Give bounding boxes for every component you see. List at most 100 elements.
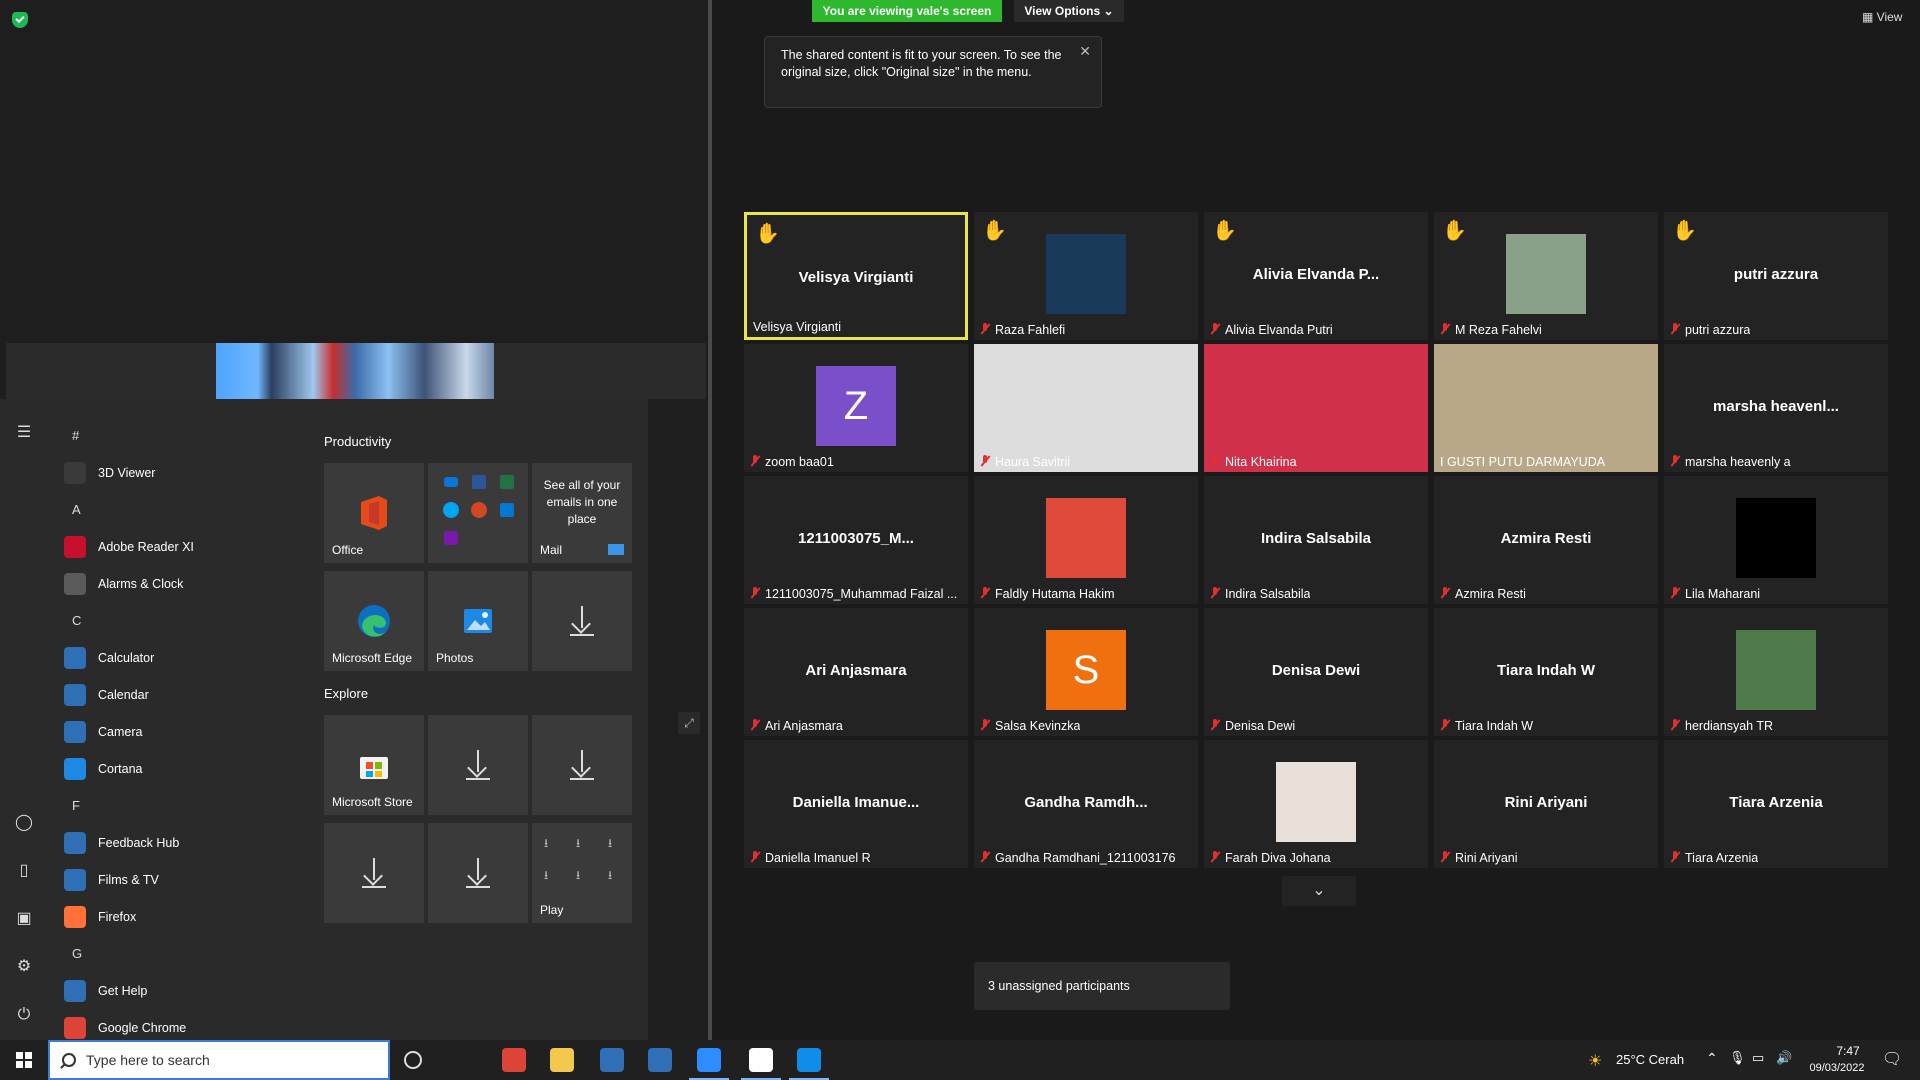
participant-name-text: Nita Khairina <box>1225 455 1297 469</box>
app-list-item[interactable]: Films & TV <box>56 861 306 898</box>
participant-tile[interactable]: Ari Anjasmara Ari Anjasmara <box>744 608 968 736</box>
app-list-item[interactable]: Calendar <box>56 676 306 713</box>
task-view-icon[interactable] <box>452 1048 476 1072</box>
participant-video <box>1204 344 1428 472</box>
app-list-item[interactable]: 3D Viewer <box>56 454 306 491</box>
app-group-letter[interactable]: C <box>56 602 306 639</box>
participant-tile[interactable]: Zzoom baa01 <box>744 344 968 472</box>
chevron-up-icon[interactable]: ⌃ <box>1706 1050 1718 1067</box>
participant-tile[interactable]: marsha heavenl... marsha heavenly a <box>1664 344 1888 472</box>
pictures-icon[interactable]: ▣ <box>14 909 34 929</box>
app-list-item[interactable]: Camera <box>56 713 306 750</box>
participant-tile[interactable]: Nita Khairina <box>1204 344 1428 472</box>
cortana-icon <box>64 757 86 780</box>
download-tile[interactable] <box>428 823 528 923</box>
participant-tile[interactable]: Denisa Dewi Denisa Dewi <box>1204 608 1428 736</box>
photos-tile[interactable]: Photos <box>428 571 528 671</box>
store-icon[interactable] <box>600 1048 624 1072</box>
play-tile[interactable]: ⭳ ⭳ ⭳ ⭳ ⭳ ⭳ Play <box>532 823 632 923</box>
muted-mic-icon <box>750 455 760 467</box>
office-apps-tile[interactable] <box>428 463 528 563</box>
weather-icon[interactable]: ☀ <box>1588 1051 1602 1071</box>
participant-tile[interactable]: putri azzura ✋ putri azzura <box>1664 212 1888 340</box>
app-group-letter[interactable]: # <box>56 417 306 454</box>
app-group-letter[interactable]: G <box>56 935 306 972</box>
participant-tile[interactable]: Tiara Indah W Tiara Indah W <box>1434 608 1658 736</box>
start-button[interactable] <box>0 1040 48 1080</box>
documents-icon[interactable]: ▯ <box>14 861 34 881</box>
app-list-item[interactable]: Adobe Reader XI <box>56 528 306 565</box>
user-icon[interactable]: ◯ <box>14 813 34 833</box>
app-list-item[interactable]: Firefox <box>56 898 306 935</box>
chrome-icon[interactable] <box>502 1048 526 1072</box>
security-shield-icon[interactable] <box>12 12 28 28</box>
close-icon[interactable]: ✕ <box>1079 43 1091 60</box>
notifications-icon[interactable]: 🗨 <box>1882 1049 1902 1069</box>
next-page-chevron-icon[interactable]: ⌄ <box>1282 876 1356 906</box>
participant-name-text: Haura Savitrii <box>995 455 1071 469</box>
unassigned-participants-popup[interactable]: 3 unassigned participants <box>974 962 1230 1010</box>
microphone-icon[interactable]: 🎙 <box>1729 1050 1746 1066</box>
document-icon[interactable] <box>749 1048 773 1072</box>
app-list-item[interactable]: Get Help <box>56 972 306 1009</box>
teamviewer-icon[interactable] <box>797 1048 821 1072</box>
app-list-item[interactable]: Alarms & Clock <box>56 565 306 602</box>
edge-tile[interactable]: Microsoft Edge <box>324 571 424 671</box>
app-group-letter[interactable]: A <box>56 491 306 528</box>
participant-tile[interactable]: Faldly Hutama Hakim <box>974 476 1198 604</box>
download-icon <box>570 750 594 780</box>
participant-video <box>974 344 1198 472</box>
view-options-button[interactable]: View Options ⌄ <box>1014 0 1124 22</box>
participant-tile[interactable]: herdiansyah TR <box>1664 608 1888 736</box>
participant-tile[interactable]: Alivia Elvanda P... ✋ Alivia Elvanda Putri <box>1204 212 1428 340</box>
hamburger-menu-icon[interactable]: ☰ <box>14 423 34 443</box>
participant-tile[interactable]: Tiara Arzenia Tiara Arzenia <box>1664 740 1888 868</box>
participant-tile[interactable]: Daniella Imanue... Daniella Imanuel R <box>744 740 968 868</box>
download-tile[interactable] <box>532 715 632 815</box>
taskbar-search-input[interactable]: Type here to search <box>48 1040 390 1080</box>
power-icon[interactable]: ⏻ <box>14 1005 34 1025</box>
download-tile[interactable] <box>324 823 424 923</box>
fit-screen-toggle-icon[interactable]: ⤢ <box>678 712 700 734</box>
participant-display-name: 1211003075_M... <box>798 530 914 547</box>
participant-tile[interactable]: I GUSTI PUTU DARMAYUDA <box>1434 344 1658 472</box>
participant-name-text: Gandha Ramdhani_1211003176 <box>995 851 1176 865</box>
weather-text[interactable]: 25°C Cerah <box>1616 1052 1684 1067</box>
participant-tile[interactable]: Rini Ariyani Rini Ariyani <box>1434 740 1658 868</box>
download-tile[interactable] <box>428 715 528 815</box>
view-button[interactable]: ▦ View <box>1862 10 1902 24</box>
participant-tile[interactable]: Indira Salsabila Indira Salsabila <box>1204 476 1428 604</box>
mail-icon[interactable] <box>648 1048 672 1072</box>
participant-tile[interactable]: Lila Maharani <box>1664 476 1888 604</box>
participant-tile[interactable]: ✋ Raza Fahlefi <box>974 212 1198 340</box>
clock-time[interactable]: 7:47 <box>1826 1044 1870 1058</box>
participant-tile[interactable]: Velisya Virgianti ✋ Velisya Virgianti <box>744 212 968 340</box>
app-list-item[interactable]: Calculator <box>56 639 306 676</box>
download-icon <box>570 606 594 636</box>
participant-tile[interactable]: Haura Savitrii <box>974 344 1198 472</box>
participant-tile[interactable]: 1211003075_M... 1211003075_Muhammad Faiza… <box>744 476 968 604</box>
file-explorer-icon[interactable] <box>550 1048 574 1072</box>
participant-tile[interactable]: S Salsa Kevinzka <box>974 608 1198 736</box>
app-group-letter[interactable]: F <box>56 787 306 824</box>
network-icon[interactable]: ▭ <box>1752 1050 1764 1066</box>
app-list-item[interactable]: Cortana <box>56 750 306 787</box>
raised-hand-icon: ✋ <box>1672 220 1697 242</box>
store-tile[interactable]: Microsoft Store <box>324 715 424 815</box>
cortana-icon[interactable] <box>404 1051 422 1069</box>
participant-tile[interactable]: Gandha Ramdh... Gandha Ramdhani_121100317… <box>974 740 1198 868</box>
clock-date[interactable]: 09/03/2022 <box>1802 1062 1872 1074</box>
zoom-icon[interactable] <box>697 1048 721 1072</box>
download-tile[interactable] <box>532 571 632 671</box>
participant-tile[interactable]: ✋ M Reza Fahelvi <box>1434 212 1658 340</box>
volume-icon[interactable]: 🔊 <box>1776 1050 1792 1066</box>
office-tile[interactable]: Office <box>324 463 424 563</box>
settings-gear-icon[interactable]: ⚙ <box>14 957 34 977</box>
mail-tile[interactable]: See all of your emails in one place Mail <box>532 463 632 563</box>
participant-name-text: Tiara Indah W <box>1455 719 1534 733</box>
app-list-item[interactable]: Feedback Hub <box>56 824 306 861</box>
muted-mic-icon <box>980 851 990 863</box>
participant-name-text: Rini Ariyani <box>1455 851 1518 865</box>
participant-tile[interactable]: Azmira Resti Azmira Resti <box>1434 476 1658 604</box>
participant-tile[interactable]: Farah Diva Johana <box>1204 740 1428 868</box>
